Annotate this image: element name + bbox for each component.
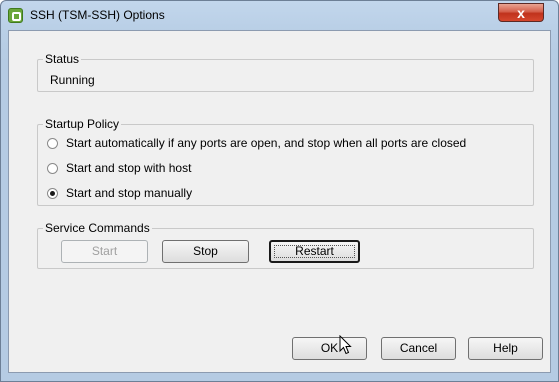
window-title: SSH (TSM-SSH) Options xyxy=(30,8,165,22)
options-dialog: SSH (TSM-SSH) Options x Status Running S… xyxy=(0,0,559,382)
title-bar[interactable]: SSH (TSM-SSH) Options x xyxy=(1,1,558,29)
radio-label: Start automatically if any ports are ope… xyxy=(66,136,467,150)
app-icon xyxy=(8,8,23,23)
restart-button[interactable]: Restart xyxy=(269,240,360,263)
radio-button[interactable] xyxy=(47,137,58,149)
radio-button[interactable] xyxy=(47,162,58,174)
status-value: Running xyxy=(50,73,95,87)
startup-policy-legend: Startup Policy xyxy=(45,117,120,131)
close-button[interactable]: x xyxy=(498,3,544,22)
status-group: Status Running xyxy=(37,52,534,92)
radio-start-manually[interactable]: Start and stop manually xyxy=(47,185,192,201)
radio-start-with-host[interactable]: Start and stop with host xyxy=(47,160,191,176)
radio-label: Start and stop manually xyxy=(66,186,193,200)
radio-label: Start and stop with host xyxy=(66,161,192,175)
service-commands-legend: Service Commands xyxy=(45,221,150,235)
cancel-button[interactable]: Cancel xyxy=(381,337,456,360)
help-button[interactable]: Help xyxy=(468,337,543,360)
radio-button[interactable] xyxy=(47,187,58,199)
dialog-body: Status Running Startup Policy Start auto… xyxy=(8,30,551,373)
ok-button[interactable]: OK xyxy=(292,337,367,360)
start-button[interactable]: Start xyxy=(61,240,148,263)
startup-policy-group: Startup Policy Start automatically if an… xyxy=(37,117,534,206)
mouse-pointer-icon xyxy=(339,335,352,355)
radio-start-automatically[interactable]: Start automatically if any ports are ope… xyxy=(47,135,466,151)
status-legend: Status xyxy=(45,52,80,66)
service-commands-group: Service Commands Start Stop Restart xyxy=(37,221,534,269)
stop-button[interactable]: Stop xyxy=(162,240,249,263)
